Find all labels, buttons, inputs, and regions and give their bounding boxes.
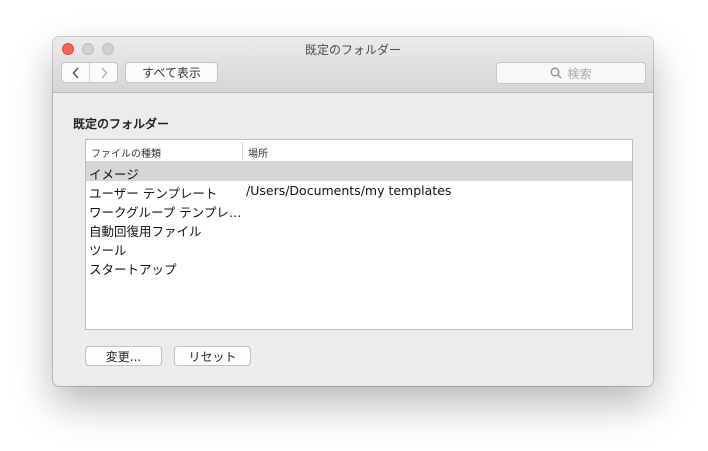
change-button[interactable]: 変更... [85, 346, 162, 366]
table-row[interactable]: ツール [86, 238, 632, 258]
forward-button[interactable] [90, 63, 117, 82]
search-placeholder: 検索 [567, 66, 592, 81]
search-field[interactable]: 検索 [496, 62, 646, 84]
default-folders-table: ファイルの種類 場所 イメージ ユーザー テンプレート /Users/Docum… [85, 139, 633, 330]
chevron-left-icon [71, 66, 79, 79]
preferences-window: 既定のフォルダー すべて表示 検索 既定のフォルダー ファイルの種類 場所 イメ… [53, 37, 653, 386]
column-header-location[interactable]: 場所 [248, 145, 268, 160]
column-header-file-type[interactable]: ファイルの種類 [91, 145, 161, 160]
search-icon [551, 67, 562, 79]
column-divider [242, 142, 243, 159]
table-row[interactable]: スタートアップ [86, 257, 632, 277]
file-type-cell: スタートアップ [89, 262, 177, 277]
table-header: ファイルの種類 場所 [86, 140, 632, 162]
window-title: 既定のフォルダー [304, 43, 401, 57]
title-bar: 既定のフォルダー すべて表示 検索 [53, 37, 653, 93]
nav-button-group [61, 62, 118, 83]
back-button[interactable] [62, 63, 90, 82]
table-row[interactable]: ユーザー テンプレート /Users/Documents/my template… [86, 181, 632, 201]
section-title: 既定のフォルダー [73, 117, 170, 131]
table-row[interactable]: イメージ [86, 162, 632, 182]
location-cell: /Users/Documents/my templates [246, 183, 452, 198]
table-row[interactable]: 自動回復用ファイル [86, 219, 632, 239]
show-all-button[interactable]: すべて表示 [125, 62, 218, 83]
chevron-right-icon [100, 66, 108, 79]
reset-button[interactable]: リセット [174, 346, 251, 366]
table-row[interactable]: ワークグループ テンプレ… [86, 200, 632, 220]
